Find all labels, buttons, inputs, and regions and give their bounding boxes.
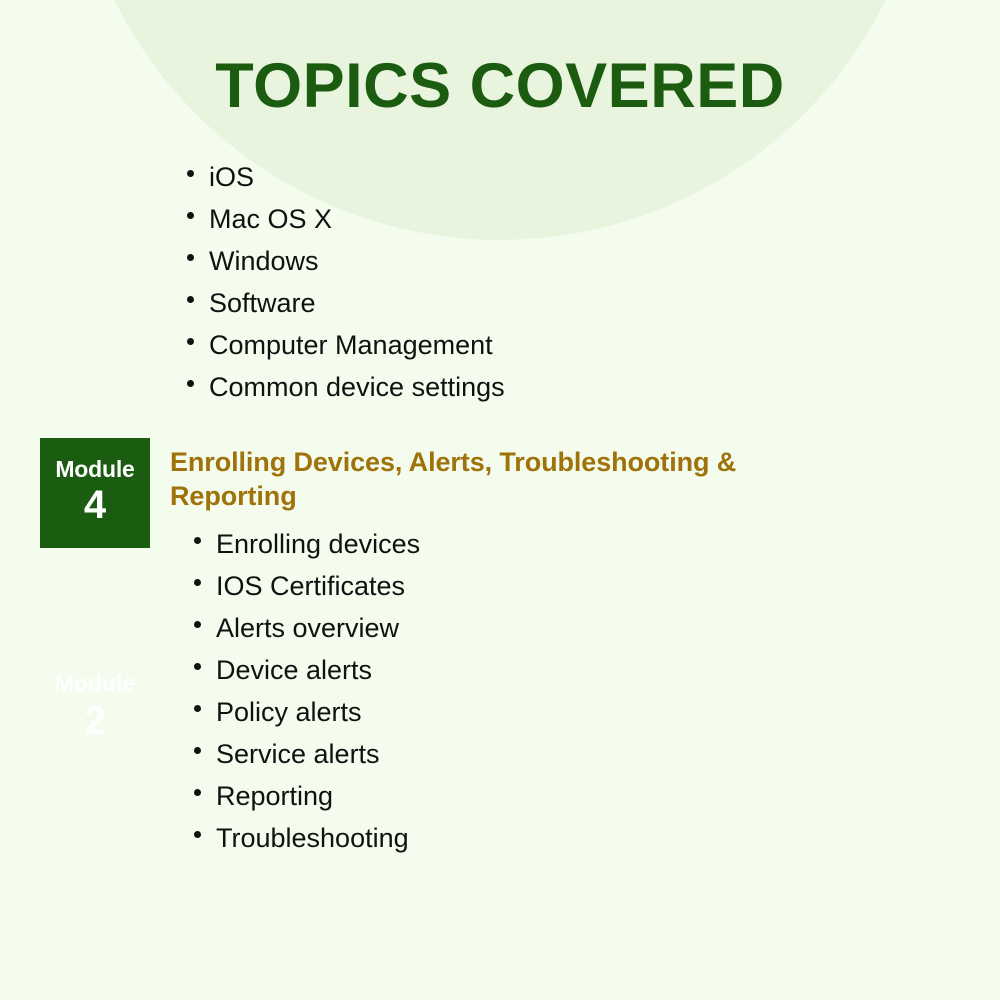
list-item-label: Common device settings [209, 372, 505, 402]
list-item: Windows [187, 240, 887, 282]
bullet-dot-icon [187, 380, 194, 388]
list-item: Troubleshooting [194, 817, 834, 859]
list-item: IOS Certificates [194, 565, 834, 607]
list-item: Mac OS X [187, 198, 887, 240]
module-section: Module 4 Enrolling Devices, Alerts, Trou… [40, 438, 960, 859]
list-item-label: Reporting [216, 781, 334, 811]
module-badge: Module 4 [40, 438, 150, 548]
list-item: Computer Management [187, 324, 887, 366]
list-item: Enrolling devices [194, 523, 834, 565]
bullet-dot-icon [194, 831, 201, 839]
bullet-dot-icon [194, 789, 201, 797]
module-heading: Enrolling Devices, Alerts, Troubleshooti… [170, 447, 737, 511]
list-item-label: Service alerts [216, 739, 380, 769]
list-item-label: Computer Management [209, 330, 493, 360]
list-item-label: IOS Certificates [216, 571, 406, 601]
list-item: Common device settings [187, 366, 887, 408]
module-content: Enrolling Devices, Alerts, Troubleshooti… [170, 445, 960, 859]
bullet-dot-icon [194, 747, 201, 755]
page-title: TOPICS COVERED [215, 51, 785, 121]
list-item-label: Troubleshooting [216, 823, 409, 853]
list-item: Policy alerts [194, 691, 834, 733]
list-item: Software [187, 282, 887, 324]
list-item: iOS [187, 156, 887, 198]
list-item: Device alerts [194, 649, 834, 691]
bullet-dot-icon [194, 579, 201, 587]
list-item: Service alerts [194, 733, 834, 775]
slide-canvas: TOPICS COVERED iOS Mac OS X Windows Soft… [0, 0, 1000, 1000]
module-badge-word: Module [55, 455, 135, 482]
bullet-dot-icon [187, 254, 194, 262]
list-item-label: Alerts overview [216, 613, 400, 643]
bullet-dot-icon [194, 705, 201, 713]
bullet-dot-icon [194, 663, 201, 671]
bullet-dot-icon [194, 537, 201, 545]
module-badge-number: 4 [83, 482, 107, 527]
bullet-dot-icon [187, 212, 194, 220]
list-item: Reporting [194, 775, 834, 817]
bullet-dot-icon [187, 170, 194, 178]
intro-topics-list: iOS Mac OS X Windows Software Computer M… [187, 156, 887, 408]
bullet-dot-icon [187, 296, 194, 304]
list-item: Alerts overview [194, 607, 834, 649]
list-item-label: Mac OS X [209, 204, 333, 234]
list-item-label: Device alerts [216, 655, 373, 685]
list-item-label: Policy alerts [216, 697, 362, 727]
module-topics-list: Enrolling devices IOS Certificates Alert… [194, 523, 834, 859]
list-item-label: Enrolling devices [216, 529, 421, 559]
list-item-label: iOS [209, 162, 255, 192]
list-item-label: Windows [209, 246, 319, 276]
bullet-dot-icon [187, 338, 194, 346]
bullet-dot-icon [194, 621, 201, 629]
list-item-label: Software [209, 288, 316, 318]
